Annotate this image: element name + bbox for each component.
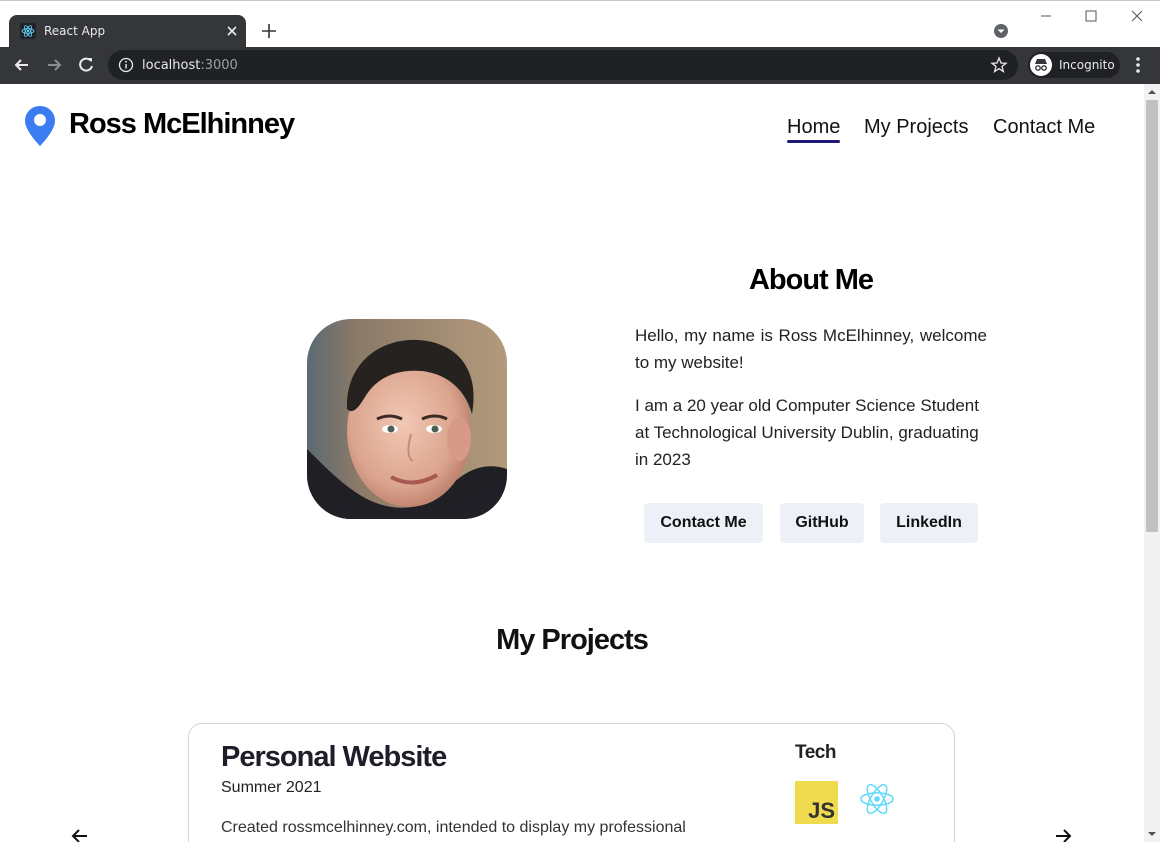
about-intro-text: Hello, my name is Ross McElhinney, welco… [635, 326, 987, 372]
reload-icon[interactable] [76, 55, 96, 75]
js-icon: JS [795, 781, 838, 824]
tab-title: React App [44, 24, 106, 38]
nav-link-my-projects[interactable]: My Projects [864, 116, 968, 139]
site-info-icon[interactable] [118, 57, 134, 73]
back-icon[interactable] [12, 55, 32, 75]
browser-toolbar: localhost:3000 Incognito [0, 47, 1160, 84]
address-bar[interactable]: localhost:3000 [108, 50, 1018, 80]
nav-link-home[interactable]: Home [787, 116, 840, 139]
projects-title: My Projects [496, 624, 649, 656]
forward-icon[interactable] [44, 55, 64, 75]
project-description: Created rossmcelhinney.com, intended to … [221, 819, 686, 836]
project-card[interactable]: Personal Website Summer 2021 Created ros… [188, 723, 955, 842]
profile-photo [307, 319, 507, 519]
browser-menu-icon[interactable] [1130, 55, 1146, 75]
browser-tab[interactable]: React App [9, 15, 246, 48]
react-icon [860, 783, 894, 815]
scroll-down-icon[interactable] [1148, 830, 1156, 838]
site-name[interactable]: Ross McElhinney [69, 108, 295, 141]
project-name: Personal Website [221, 741, 447, 773]
maximize-icon[interactable] [1082, 7, 1100, 25]
contact-me-button[interactable]: Contact Me [644, 503, 763, 543]
location-pin-icon[interactable] [23, 104, 57, 148]
scrollbar-thumb[interactable] [1146, 100, 1158, 532]
about-title: About Me [748, 264, 874, 296]
window-close-icon[interactable] [1128, 7, 1146, 25]
carousel-prev-icon[interactable] [70, 826, 90, 842]
incognito-label: Incognito [1059, 58, 1115, 72]
incognito-badge[interactable]: Incognito [1028, 52, 1120, 78]
minimize-icon[interactable] [1037, 7, 1055, 25]
page-viewport: Ross McElhinney Home My Projects Contact… [0, 84, 1144, 842]
incognito-icon [1030, 54, 1052, 76]
github-button[interactable]: GitHub [780, 503, 864, 543]
carousel-next-icon[interactable] [1053, 826, 1073, 842]
new-tab-icon[interactable] [260, 22, 278, 40]
nav-link-contact-me[interactable]: Contact Me [993, 116, 1095, 139]
page-scrollbar[interactable] [1144, 84, 1160, 842]
browser-tabstrip: React App [0, 0, 1160, 48]
tab-search-icon[interactable] [993, 23, 1009, 39]
about-bio-text: I am a 20 year old Computer Science Stud… [635, 396, 979, 469]
linkedin-button[interactable]: LinkedIn [880, 503, 978, 543]
close-tab-icon[interactable] [224, 23, 240, 39]
tech-label: Tech [795, 742, 836, 763]
react-favicon-icon [20, 23, 36, 39]
url-text: localhost:3000 [142, 58, 238, 73]
scroll-up-icon[interactable] [1148, 88, 1156, 96]
project-date: Summer 2021 [221, 779, 322, 796]
active-nav-underline [787, 140, 840, 143]
bookmark-star-icon[interactable] [990, 56, 1008, 74]
